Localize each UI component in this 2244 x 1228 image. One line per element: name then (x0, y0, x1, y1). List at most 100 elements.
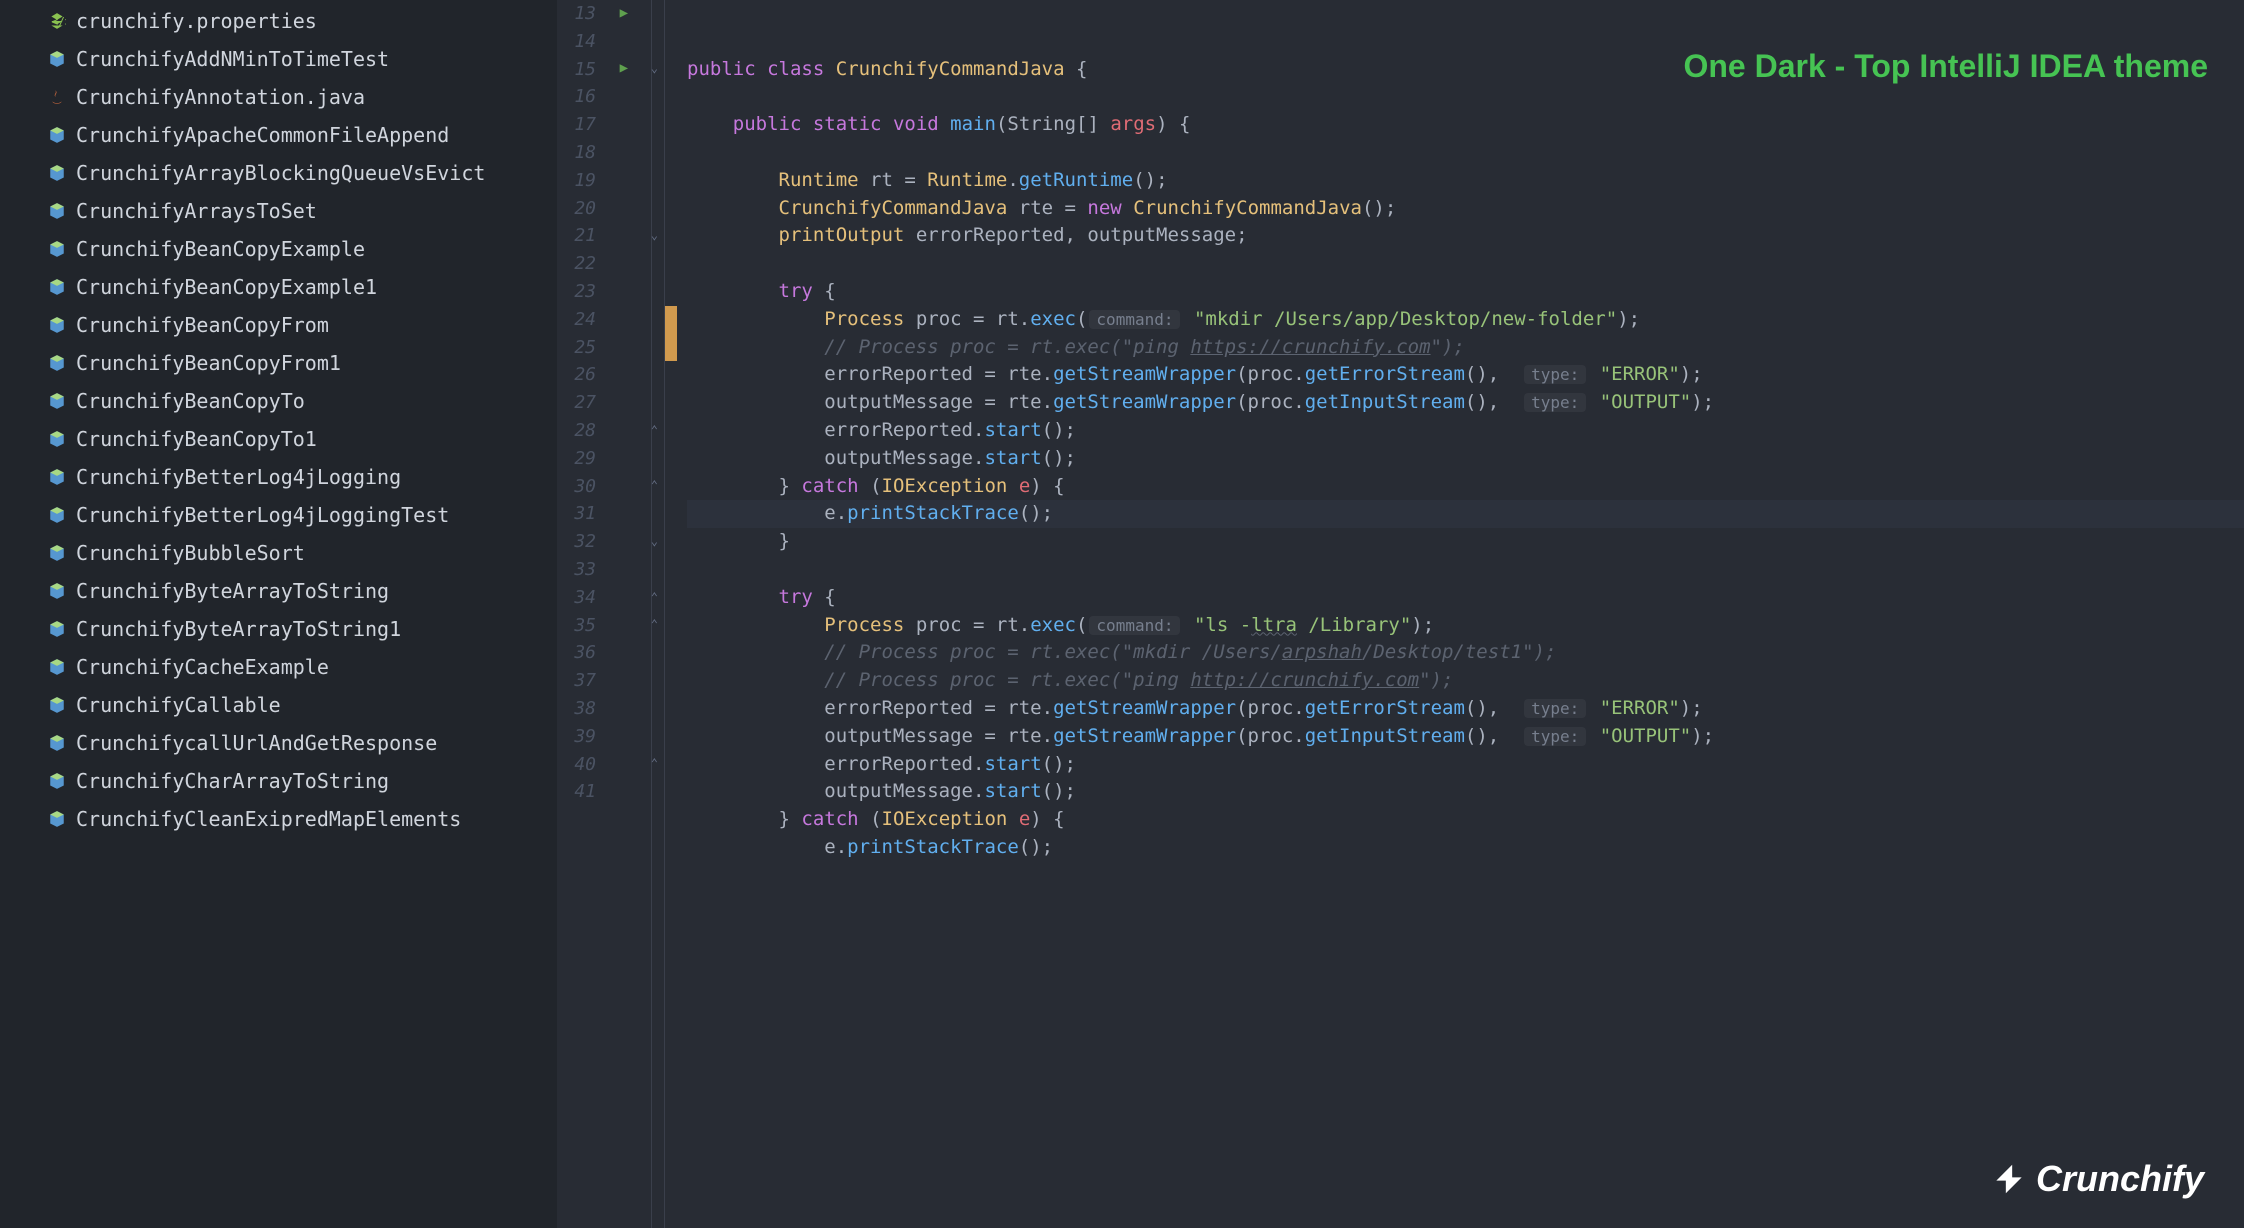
code-line[interactable]: outputMessage.start(); (687, 778, 2244, 806)
gutter-line[interactable]: 17 (557, 111, 664, 139)
code-line[interactable]: e.printStackTrace(); (687, 500, 2244, 528)
file-item[interactable]: CrunchifyBeanCopyFrom (0, 306, 557, 344)
file-item[interactable]: CrunchifyArraysToSet (0, 192, 557, 230)
fold-expand-icon[interactable]: ⌃ (651, 584, 658, 612)
fold-expand-icon[interactable]: ⌃ (651, 612, 658, 640)
gutter-line[interactable]: 39 (557, 723, 664, 751)
run-gutter-icon[interactable]: ▶ (620, 0, 628, 28)
file-item[interactable]: CrunchifyCallable (0, 686, 557, 724)
java-file-icon (48, 88, 66, 106)
class-file-icon (48, 772, 66, 790)
gutter-line[interactable]: 35⌃ (557, 612, 664, 640)
gutter-line[interactable]: 27 (557, 389, 664, 417)
file-item[interactable]: </>crunchify.properties (0, 2, 557, 40)
code-line[interactable]: Process proc = rt.exec(command: "mkdir /… (687, 306, 2244, 334)
gutter-line[interactable]: 24 (557, 306, 664, 334)
gutter-line[interactable]: 32⌄ (557, 528, 664, 556)
fold-expand-icon[interactable]: ⌃ (651, 473, 658, 501)
file-item[interactable]: CrunchifyArrayBlockingQueueVsEvict (0, 154, 557, 192)
code-line[interactable]: } catch (IOException e) { (687, 806, 2244, 834)
file-item[interactable]: CrunchifyBeanCopyExample1 (0, 268, 557, 306)
fold-expand-icon[interactable]: ⌃ (651, 751, 658, 779)
gutter-line[interactable]: 26 (557, 361, 664, 389)
line-number-gutter[interactable]: 13▶1415▶⌄161718192021⌄22232425262728⌃293… (557, 0, 665, 1228)
code-line[interactable]: outputMessage = rte.getStreamWrapper(pro… (687, 723, 2244, 751)
file-label: CrunchifyAnnotation.java (76, 85, 365, 109)
code-line[interactable] (687, 250, 2244, 278)
gutter-line[interactable]: 28⌃ (557, 417, 664, 445)
code-line[interactable]: printOutput errorReported, outputMessage… (687, 222, 2244, 250)
code-editor[interactable]: public class CrunchifyCommandJava { publ… (665, 0, 2244, 1228)
file-item[interactable]: CrunchifyAnnotation.java (0, 78, 557, 116)
file-item[interactable]: CrunchifyCacheExample (0, 648, 557, 686)
code-line[interactable]: outputMessage = rte.getStreamWrapper(pro… (687, 389, 2244, 417)
gutter-line[interactable]: 30⌃ (557, 473, 664, 501)
fold-collapse-icon[interactable]: ⌄ (651, 222, 658, 250)
file-item[interactable]: CrunchifyCharArrayToString (0, 762, 557, 800)
gutter-line[interactable]: 33 (557, 556, 664, 584)
code-line[interactable]: errorReported = rte.getStreamWrapper(pro… (687, 361, 2244, 389)
brand-logo-icon (1990, 1160, 2028, 1198)
code-line[interactable]: Runtime rt = Runtime.getRuntime(); (687, 167, 2244, 195)
code-line[interactable] (687, 556, 2244, 584)
run-gutter-icon[interactable]: ▶ (620, 56, 628, 84)
gutter-line[interactable]: 38 (557, 695, 664, 723)
fold-collapse-icon[interactable]: ⌄ (651, 56, 658, 84)
code-line[interactable]: errorReported.start(); (687, 751, 2244, 779)
gutter-line[interactable]: 34⌃ (557, 584, 664, 612)
fold-expand-icon[interactable]: ⌃ (651, 417, 658, 445)
code-line[interactable]: errorReported = rte.getStreamWrapper(pro… (687, 695, 2244, 723)
gutter-line[interactable]: 36 (557, 639, 664, 667)
code-line[interactable]: Process proc = rt.exec(command: "ls -ltr… (687, 612, 2244, 640)
gutter-line[interactable]: 21⌄ (557, 222, 664, 250)
gutter-line[interactable]: 29 (557, 445, 664, 473)
gutter-line[interactable]: 41 (557, 778, 664, 806)
project-files-panel[interactable]: </>crunchify.propertiesCrunchifyAddNMinT… (0, 0, 557, 1228)
file-item[interactable]: CrunchifyCleanExipredMapElements (0, 800, 557, 838)
gutter-line[interactable]: 19 (557, 167, 664, 195)
gutter-line[interactable]: 13▶ (557, 0, 664, 28)
gutter-line[interactable]: 37 (557, 667, 664, 695)
file-item[interactable]: CrunchifyByteArrayToString1 (0, 610, 557, 648)
code-line[interactable]: errorReported.start(); (687, 417, 2244, 445)
code-line[interactable]: // Process proc = rt.exec("ping http://c… (687, 667, 2244, 695)
code-line[interactable]: } (687, 528, 2244, 556)
code-line[interactable]: try { (687, 584, 2244, 612)
gutter-line[interactable]: 22 (557, 250, 664, 278)
file-item[interactable]: CrunchifyAddNMinToTimeTest (0, 40, 557, 78)
file-item[interactable]: CrunchifyBeanCopyExample (0, 230, 557, 268)
code-line[interactable]: // Process proc = rt.exec("ping https://… (687, 334, 2244, 362)
code-line[interactable] (687, 139, 2244, 167)
brand-watermark: Crunchify (1990, 1158, 2204, 1200)
gutter-line[interactable]: 16 (557, 83, 664, 111)
code-line[interactable]: CrunchifyCommandJava rte = new Crunchify… (687, 195, 2244, 223)
file-item[interactable]: CrunchifyApacheCommonFileAppend (0, 116, 557, 154)
file-item[interactable]: CrunchifycallUrlAndGetResponse (0, 724, 557, 762)
gutter-line[interactable]: 31 (557, 500, 664, 528)
gutter-line[interactable]: 14 (557, 28, 664, 56)
code-line[interactable]: // Process proc = rt.exec("mkdir /Users/… (687, 639, 2244, 667)
code-line[interactable]: try { (687, 278, 2244, 306)
fold-collapse-icon[interactable]: ⌄ (651, 528, 658, 556)
code-line[interactable]: e.printStackTrace(); (687, 834, 2244, 862)
gutter-line[interactable]: 15▶⌄ (557, 56, 664, 84)
file-item[interactable]: CrunchifyBeanCopyTo (0, 382, 557, 420)
editor-area: 13▶1415▶⌄161718192021⌄22232425262728⌃293… (557, 0, 2244, 1228)
file-item[interactable]: CrunchifyByteArrayToString (0, 572, 557, 610)
gutter-line[interactable]: 25 (557, 334, 664, 362)
code-line[interactable] (687, 83, 2244, 111)
gutter-line[interactable]: 18 (557, 139, 664, 167)
file-item[interactable]: CrunchifyBeanCopyFrom1 (0, 344, 557, 382)
gutter-line[interactable]: 20 (557, 195, 664, 223)
gutter-line[interactable]: 23 (557, 278, 664, 306)
file-label: CrunchifyCleanExipredMapElements (76, 807, 461, 831)
file-item[interactable]: CrunchifyBetterLog4jLogging (0, 458, 557, 496)
file-item[interactable]: CrunchifyBubbleSort (0, 534, 557, 572)
gutter-line[interactable]: 40⌃ (557, 751, 664, 779)
file-item[interactable]: CrunchifyBeanCopyTo1 (0, 420, 557, 458)
file-label: CrunchifyBubbleSort (76, 541, 305, 565)
file-item[interactable]: CrunchifyBetterLog4jLoggingTest (0, 496, 557, 534)
code-line[interactable]: outputMessage.start(); (687, 445, 2244, 473)
code-line[interactable]: public static void main(String[] args) { (687, 111, 2244, 139)
code-line[interactable]: } catch (IOException e) { (687, 473, 2244, 501)
